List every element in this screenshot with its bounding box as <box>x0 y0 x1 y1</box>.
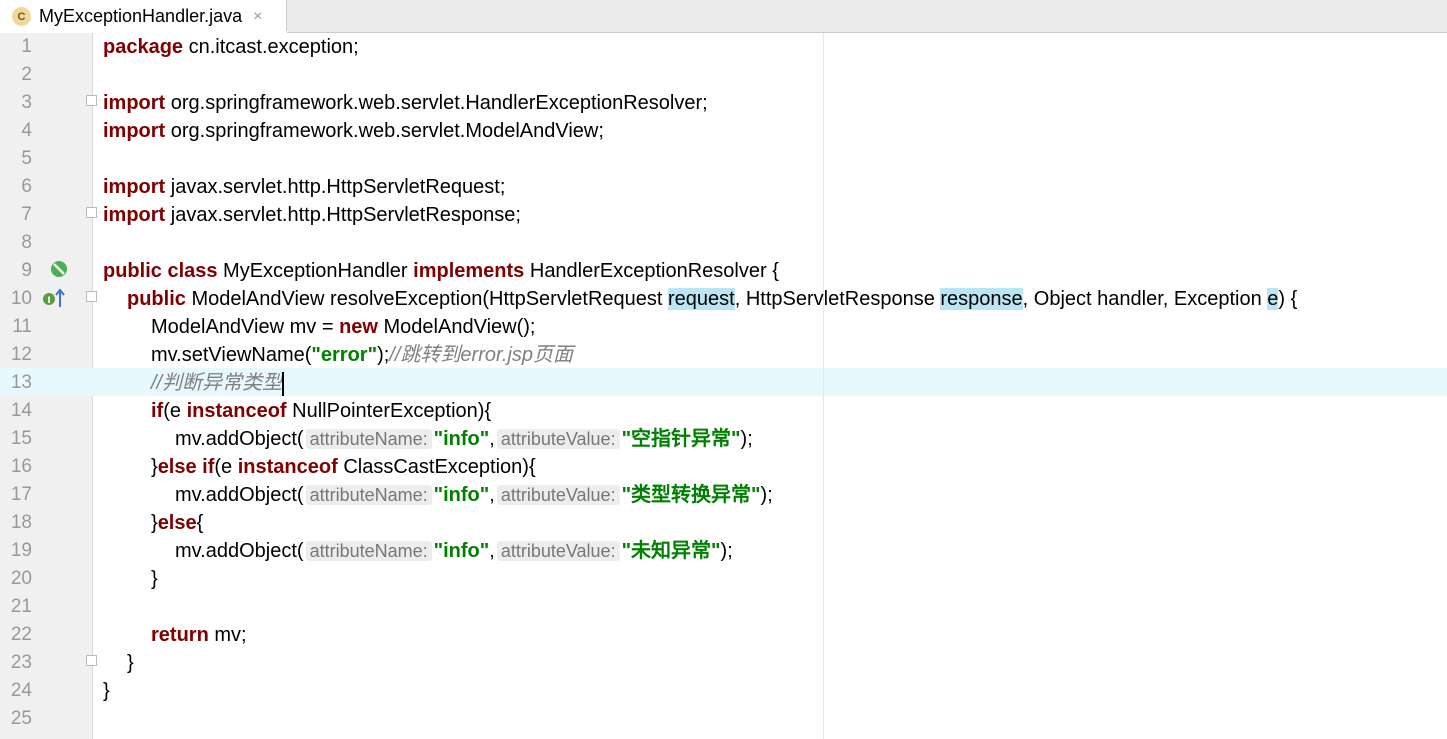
line-number: 9 <box>21 260 32 281</box>
code-editor[interactable]: 1 2 3 4 5 6 7 8 9 10 11 12 13 14 15 16 1… <box>0 33 1447 739</box>
line-number: 13 <box>10 372 32 393</box>
parameter-hint: attributeValue: <box>496 541 620 561</box>
code-line-16: }else if(e instanceof ClassCastException… <box>151 456 536 478</box>
code-line-20: } <box>151 568 158 590</box>
code-line-22: return mv; <box>151 624 247 646</box>
code-line-10: public ModelAndView resolveException(Htt… <box>127 288 1298 310</box>
line-number: 3 <box>21 92 32 113</box>
line-number: 6 <box>21 176 32 197</box>
no-entry-icon[interactable] <box>50 260 68 278</box>
fold-marker[interactable] <box>86 291 97 302</box>
close-icon[interactable]: × <box>253 8 262 25</box>
code-line-14: if(e instanceof NullPointerException){ <box>151 400 492 422</box>
editor-tab-bar: C MyExceptionHandler.java × <box>0 0 1447 34</box>
line-number: 14 <box>10 400 32 421</box>
code-line-18: }else{ <box>151 512 204 534</box>
code-line-11: ModelAndView mv = new ModelAndView(); <box>151 316 536 338</box>
line-number: 2 <box>21 64 32 85</box>
line-number: 20 <box>10 568 32 589</box>
java-class-icon: C <box>12 7 31 26</box>
code-line-15: mv.addObject(attributeName: "info", attrib… <box>175 428 753 450</box>
text-caret <box>282 371 285 396</box>
line-number: 5 <box>21 148 32 169</box>
parameter-hint: attributeValue: <box>496 485 620 505</box>
line-number: 25 <box>10 708 32 729</box>
code-line-9: public class MyExceptionHandler implemen… <box>103 260 779 282</box>
line-number: 17 <box>10 484 32 505</box>
code-line-3: import org.springframework.web.servlet.H… <box>103 92 708 114</box>
code-line-23: } <box>127 652 134 674</box>
tab-myexceptionhandler[interactable]: C MyExceptionHandler.java × <box>0 0 287 34</box>
code-line-19: mv.addObject(attributeName: "info", attrib… <box>175 540 733 562</box>
code-line-24: } <box>103 680 110 702</box>
line-number: 23 <box>10 652 32 673</box>
parameter-hint: attributeName: <box>305 541 432 561</box>
line-number: 10 <box>10 288 32 309</box>
code-line-17: mv.addObject(attributeName: "info", attrib… <box>175 484 773 506</box>
fold-marker[interactable] <box>86 655 97 666</box>
line-number: 1 <box>21 36 32 57</box>
fold-marker[interactable] <box>86 207 97 218</box>
code-line-7: import javax.servlet.http.HttpServletRes… <box>103 204 521 226</box>
tab-label: MyExceptionHandler.java <box>39 6 243 26</box>
parameter-hint: attributeName: <box>305 429 432 449</box>
code-line-12: mv.setViewName("error");//跳转到error.jsp页面 <box>151 344 574 366</box>
svg-text:I: I <box>47 296 50 306</box>
line-number: 15 <box>10 428 32 449</box>
implements-method-icon[interactable]: I <box>42 287 66 309</box>
fold-marker[interactable] <box>86 95 97 106</box>
code-line-13: //判断异常类型 <box>151 371 285 396</box>
code-line-4: import org.springframework.web.servlet.M… <box>103 120 604 142</box>
code-line-1: package cn.itcast.exception; <box>103 36 359 58</box>
line-number: 19 <box>10 540 32 561</box>
line-number: 8 <box>21 232 32 253</box>
parameter-hint: attributeValue: <box>496 429 620 449</box>
line-number: 4 <box>21 120 32 141</box>
line-number: 12 <box>10 344 32 365</box>
parameter-hint: attributeName: <box>305 485 432 505</box>
line-number: 16 <box>10 456 32 477</box>
line-number: 21 <box>10 596 32 617</box>
code-line-6: import javax.servlet.http.HttpServletReq… <box>103 176 506 198</box>
line-number: 7 <box>21 204 32 225</box>
line-number: 24 <box>10 680 32 701</box>
line-number: 11 <box>12 316 32 337</box>
line-number: 22 <box>10 624 32 645</box>
line-number: 18 <box>10 512 32 533</box>
